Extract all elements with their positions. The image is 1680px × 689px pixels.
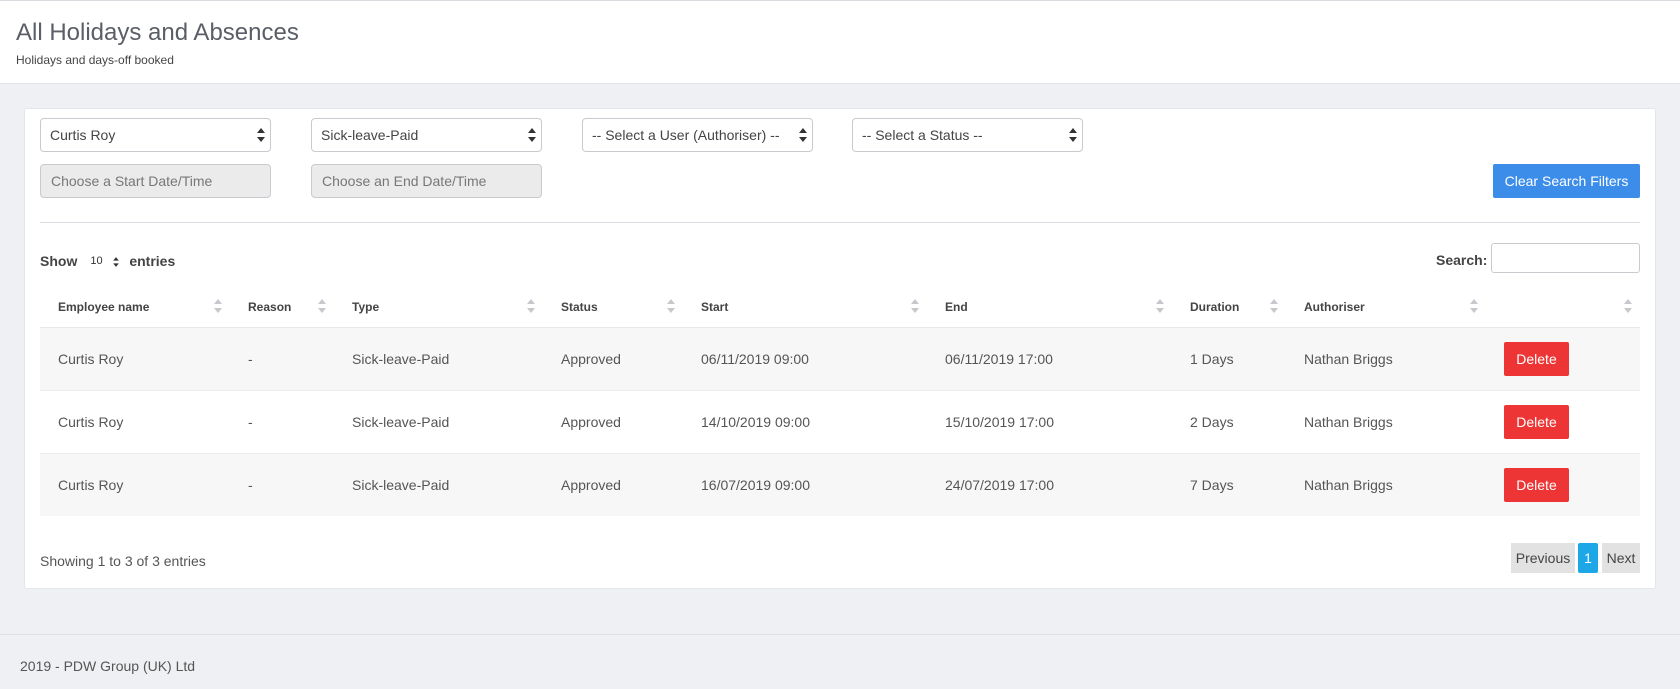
page-footer: 2019 - PDW Group (UK) Ltd bbox=[0, 634, 1680, 689]
cell-duration: 7 Days bbox=[1172, 452, 1286, 516]
cell-type: Sick-leave-Paid bbox=[334, 389, 543, 453]
select-arrows-icon bbox=[799, 128, 807, 142]
entries-label: entries bbox=[129, 253, 176, 269]
status-select-value: -- Select a Status -- bbox=[862, 127, 983, 143]
filters-divider bbox=[40, 222, 1640, 223]
delete-button[interactable]: Delete bbox=[1504, 467, 1569, 502]
sort-icon bbox=[1624, 299, 1632, 313]
clear-search-filters-button[interactable]: Clear Search Filters bbox=[1493, 164, 1640, 198]
cell-reason: - bbox=[230, 389, 334, 453]
sort-icon bbox=[214, 299, 222, 313]
absences-card: Curtis Roy Sick-leave-Paid -- Select a U… bbox=[24, 108, 1656, 589]
cell-reason: - bbox=[230, 326, 334, 390]
page-length-value: 10 bbox=[90, 255, 103, 267]
employee-select-value: Curtis Roy bbox=[50, 127, 116, 143]
cell-end: 24/07/2019 17:00 bbox=[927, 452, 1172, 516]
cell-start: 16/07/2019 09:00 bbox=[683, 452, 927, 516]
cell-end: 06/11/2019 17:00 bbox=[927, 326, 1172, 390]
cell-start: 14/10/2019 09:00 bbox=[683, 389, 927, 453]
cell-status: Approved bbox=[543, 452, 683, 516]
employee-select[interactable]: Curtis Roy bbox=[40, 118, 271, 152]
select-arrows-icon bbox=[1069, 128, 1077, 142]
type-select[interactable]: Sick-leave-Paid bbox=[311, 118, 542, 152]
pagination-next[interactable]: Next bbox=[1602, 543, 1640, 573]
table-row: Curtis Roy - Sick-leave-Paid Approved 06… bbox=[40, 326, 1640, 390]
sort-icon bbox=[527, 299, 535, 313]
cell-authoriser: Nathan Briggs bbox=[1286, 326, 1486, 390]
start-date-input[interactable] bbox=[40, 164, 271, 198]
table-info: Showing 1 to 3 of 3 entries bbox=[40, 553, 206, 569]
table-row: Curtis Roy - Sick-leave-Paid Approved 16… bbox=[40, 452, 1640, 516]
show-label: Show bbox=[40, 253, 78, 269]
page-length-control: Show 10 entries bbox=[40, 249, 175, 273]
page-subtitle: Holidays and days-off booked bbox=[16, 53, 174, 67]
cell-reason: - bbox=[230, 452, 334, 516]
footer-copyright: 2019 - PDW Group (UK) Ltd bbox=[20, 658, 196, 674]
cell-duration: 1 Days bbox=[1172, 326, 1286, 390]
cell-status: Approved bbox=[543, 389, 683, 453]
table-row: Curtis Roy - Sick-leave-Paid Approved 14… bbox=[40, 389, 1640, 453]
type-select-value: Sick-leave-Paid bbox=[321, 127, 419, 143]
authoriser-select-value: -- Select a User (Authoriser) -- bbox=[592, 127, 780, 143]
select-arrows-icon bbox=[113, 257, 120, 267]
cell-actions: Delete bbox=[1486, 326, 1640, 390]
page-title: All Holidays and Absences bbox=[16, 19, 299, 46]
sort-icon bbox=[1270, 299, 1278, 313]
delete-button[interactable]: Delete bbox=[1504, 404, 1569, 439]
page-length-select[interactable]: 10 bbox=[82, 249, 124, 273]
col-header-duration[interactable]: Duration bbox=[1172, 287, 1286, 328]
cell-start: 06/11/2019 09:00 bbox=[683, 326, 927, 390]
col-header-type[interactable]: Type bbox=[334, 287, 543, 328]
cell-actions: Delete bbox=[1486, 452, 1640, 516]
col-header-status[interactable]: Status bbox=[543, 287, 683, 328]
status-select[interactable]: -- Select a Status -- bbox=[852, 118, 1083, 152]
cell-end: 15/10/2019 17:00 bbox=[927, 389, 1172, 453]
col-header-actions[interactable] bbox=[1486, 287, 1640, 328]
sort-icon bbox=[318, 299, 326, 313]
sort-icon bbox=[911, 299, 919, 313]
cell-actions: Delete bbox=[1486, 389, 1640, 453]
cell-duration: 2 Days bbox=[1172, 389, 1286, 453]
pagination-previous[interactable]: Previous bbox=[1511, 543, 1575, 573]
delete-button[interactable]: Delete bbox=[1504, 341, 1569, 376]
search-label: Search: bbox=[1436, 252, 1488, 268]
col-header-employee[interactable]: Employee name bbox=[40, 287, 230, 328]
col-header-end[interactable]: End bbox=[927, 287, 1172, 328]
cell-employee: Curtis Roy bbox=[40, 452, 230, 516]
sort-icon bbox=[1470, 299, 1478, 313]
sort-icon bbox=[667, 299, 675, 313]
select-arrows-icon bbox=[257, 128, 265, 142]
cell-type: Sick-leave-Paid bbox=[334, 452, 543, 516]
end-date-input[interactable] bbox=[311, 164, 542, 198]
page-header: All Holidays and Absences Holidays and d… bbox=[0, 0, 1680, 84]
col-header-start[interactable]: Start bbox=[683, 287, 927, 328]
cell-employee: Curtis Roy bbox=[40, 326, 230, 390]
cell-type: Sick-leave-Paid bbox=[334, 326, 543, 390]
cell-status: Approved bbox=[543, 326, 683, 390]
authoriser-select[interactable]: -- Select a User (Authoriser) -- bbox=[582, 118, 813, 152]
pagination-page-1[interactable]: 1 bbox=[1578, 543, 1598, 573]
cell-authoriser: Nathan Briggs bbox=[1286, 389, 1486, 453]
col-header-reason[interactable]: Reason bbox=[230, 287, 334, 328]
select-arrows-icon bbox=[528, 128, 536, 142]
table-header-row: Employee name Reason Type Status Start E… bbox=[40, 287, 1640, 328]
sort-icon bbox=[1156, 299, 1164, 313]
cell-authoriser: Nathan Briggs bbox=[1286, 452, 1486, 516]
search-input[interactable] bbox=[1491, 243, 1640, 273]
col-header-authoriser[interactable]: Authoriser bbox=[1286, 287, 1486, 328]
absences-table: Employee name Reason Type Status Start E… bbox=[40, 287, 1640, 516]
cell-employee: Curtis Roy bbox=[40, 389, 230, 453]
